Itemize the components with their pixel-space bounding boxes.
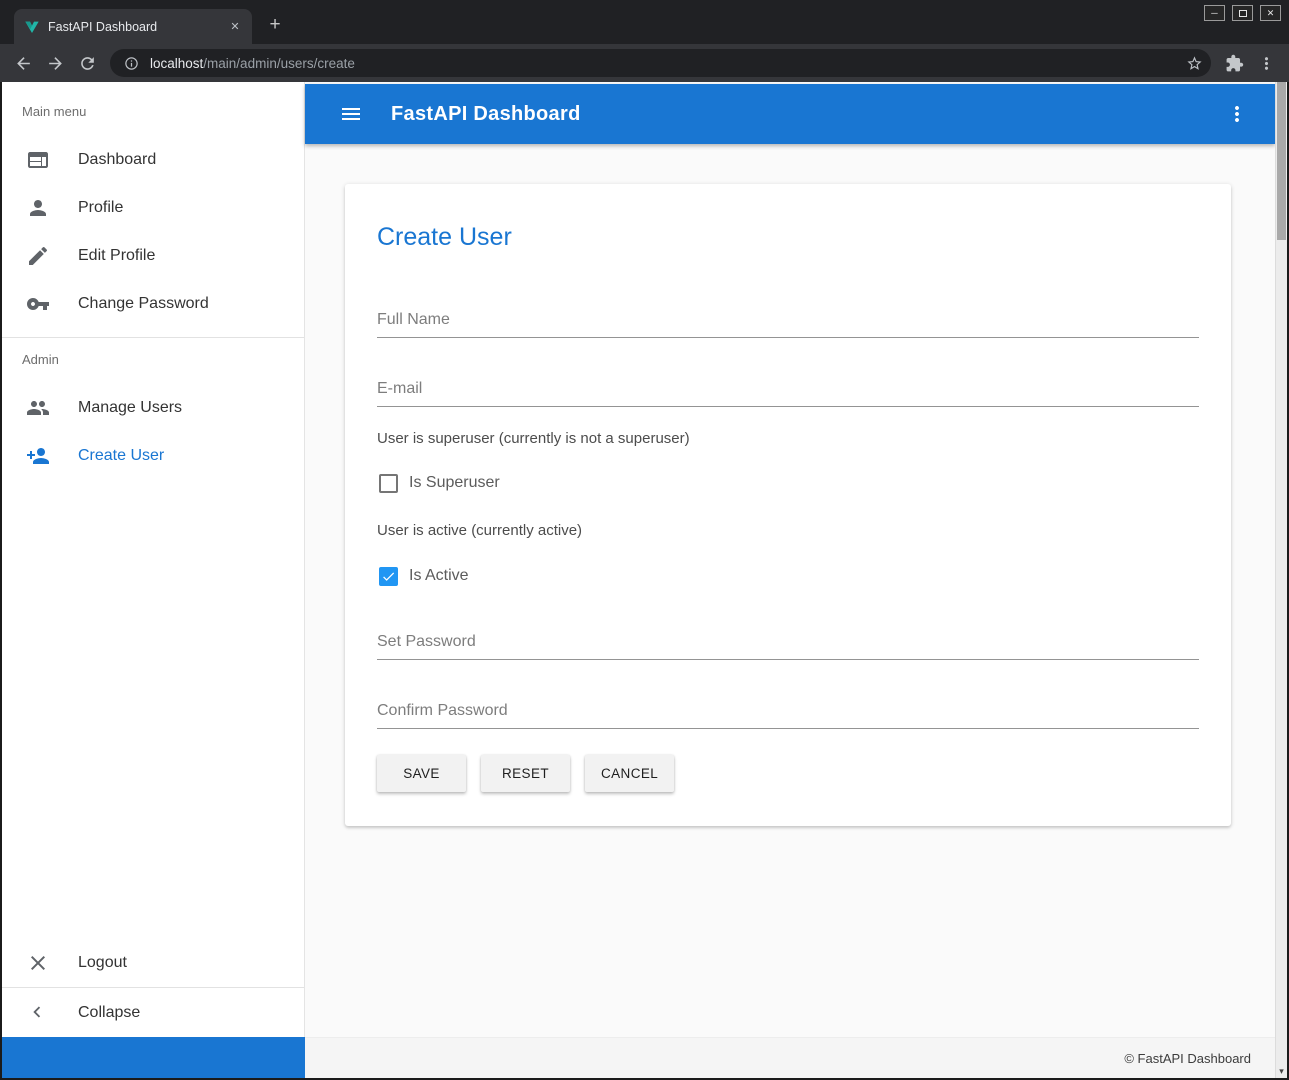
sidebar-item-label: Manage Users [78,399,182,417]
hamburger-icon [339,102,363,126]
active-hint: User is active (currently active) [377,521,1199,541]
sidebar-item-label: Dashboard [78,151,156,169]
sidebar-item-logout[interactable]: Logout [2,939,304,987]
confirm-password-field[interactable]: Confirm Password [377,699,1199,729]
url-path: /main/admin/users/create [203,56,355,71]
minimize-icon: ─ [1211,9,1217,18]
hamburger-menu-button[interactable] [339,102,363,126]
browser-menu-button[interactable] [1251,48,1281,78]
is-superuser-label: Is Superuser [409,474,500,492]
person-icon [26,196,50,220]
key-icon [26,292,50,316]
browser-window: FastAPI Dashboard ✕ + ─ ✕ localhost/main… [0,0,1289,1080]
dashboard-icon [26,148,50,172]
page-title: Create User [377,222,1199,252]
footer: © FastAPI Dashboard [2,1037,1275,1078]
sidebar-section-admin: Admin [22,352,304,367]
logout-x-icon [26,951,50,975]
full-name-label: Full Name [377,308,1199,332]
sidebar-item-change-password[interactable]: Change Password [2,280,304,328]
sidebar-item-label: Create User [78,447,164,465]
sidebar-item-edit-profile[interactable]: Edit Profile [2,232,304,280]
browser-toolbar: localhost/main/admin/users/create [0,44,1289,82]
cancel-button[interactable]: CANCEL [585,755,674,792]
forward-button[interactable] [40,48,70,78]
scrollbar-down-arrow-icon[interactable]: ▾ [1276,1065,1287,1077]
person-add-icon [26,444,50,468]
copyright-text: © FastAPI Dashboard [1124,1051,1251,1066]
sidebar: Main menu Dashboard Profile Edit Profile [2,82,305,1037]
bookmark-star-icon[interactable] [1183,52,1205,74]
footer-main: © FastAPI Dashboard [305,1037,1275,1078]
email-field[interactable]: E-mail [377,377,1199,407]
sidebar-item-profile[interactable]: Profile [2,184,304,232]
close-button[interactable]: ✕ [1260,5,1281,21]
set-password-field[interactable]: Set Password [377,630,1199,660]
main-area: FastAPI Dashboard Create User Full Name … [305,82,1275,1037]
sidebar-item-label: Logout [78,954,127,972]
maximize-icon [1239,10,1247,17]
url-text: localhost/main/admin/users/create [150,56,1175,71]
people-icon [26,396,50,420]
full-name-field[interactable]: Full Name [377,308,1199,338]
new-tab-button[interactable]: + [262,12,288,38]
reload-button[interactable] [72,48,102,78]
footer-accent-bar [2,1037,305,1078]
more-vert-icon [1225,102,1249,126]
sidebar-item-create-user[interactable]: Create User [2,432,304,480]
appbar-menu-button[interactable] [1225,102,1249,126]
form-actions: SAVE RESET CANCEL [377,755,1199,792]
divider [2,337,304,338]
superuser-hint: User is superuser (currently is not a su… [377,429,1199,449]
extensions-button[interactable] [1219,48,1249,78]
browser-menu-dots-icon [1257,54,1276,73]
checkbox-checked-icon [379,567,398,586]
browser-tab[interactable]: FastAPI Dashboard ✕ [14,9,252,44]
set-password-label: Set Password [377,630,1199,654]
sidebar-item-dashboard[interactable]: Dashboard [2,136,304,184]
app-bar: FastAPI Dashboard [305,84,1275,144]
window-controls: ─ ✕ [1204,5,1281,21]
browser-titlebar: FastAPI Dashboard ✕ + ─ ✕ [0,0,1289,44]
tab-title: FastAPI Dashboard [48,20,218,34]
close-icon: ✕ [1267,9,1275,18]
is-active-label: Is Active [409,567,469,585]
minimize-button[interactable]: ─ [1204,5,1225,21]
back-icon [14,54,33,73]
page-info-icon[interactable] [120,52,142,74]
vertical-scrollbar[interactable]: ▾ [1275,82,1287,1078]
extensions-icon [1225,54,1244,73]
forward-icon [46,54,65,73]
confirm-password-label: Confirm Password [377,699,1199,723]
page: Main menu Dashboard Profile Edit Profile [2,82,1287,1078]
sidebar-item-label: Collapse [78,1004,140,1022]
is-active-checkbox[interactable]: Is Active [379,565,1199,587]
checkbox-unchecked-icon [379,474,398,493]
url-host: localhost [150,56,203,71]
scrollbar-thumb[interactable] [1277,82,1286,240]
sidebar-spacer [2,480,304,939]
address-bar[interactable]: localhost/main/admin/users/create [110,49,1211,77]
create-user-card: Create User Full Name E-mail User is sup… [345,184,1231,826]
reset-button[interactable]: RESET [481,755,570,792]
tab-close-icon[interactable]: ✕ [226,18,244,36]
maximize-button[interactable] [1232,5,1253,21]
appbar-title: FastAPI Dashboard [391,103,581,126]
save-button[interactable]: SAVE [377,755,466,792]
pencil-icon [26,244,50,268]
sidebar-collapse-button[interactable]: Collapse [2,987,304,1037]
sidebar-item-label: Edit Profile [78,247,155,265]
chevron-left-icon [26,1001,50,1025]
sidebar-item-manage-users[interactable]: Manage Users [2,384,304,432]
is-superuser-checkbox[interactable]: Is Superuser [379,472,1199,494]
back-button[interactable] [8,48,38,78]
sidebar-item-label: Change Password [78,295,209,313]
email-label: E-mail [377,377,1199,401]
sidebar-item-label: Profile [78,199,123,217]
sidebar-section-main-menu: Main menu [22,104,304,119]
reload-icon [78,54,97,73]
vuetify-favicon-icon [24,19,40,35]
